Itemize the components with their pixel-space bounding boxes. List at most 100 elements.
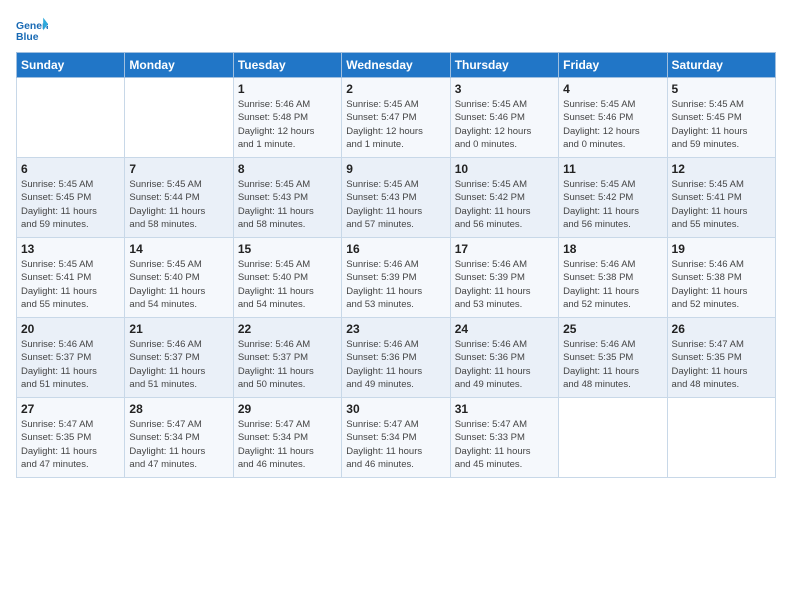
calendar-cell: 31 Sunrise: 5:47 AM Sunset: 5:33 PM Dayli… — [450, 398, 558, 478]
day-number: 5 — [672, 82, 771, 96]
day-number: 28 — [129, 402, 228, 416]
day-number: 20 — [21, 322, 120, 336]
weekday-header-row: SundayMondayTuesdayWednesdayThursdayFrid… — [17, 53, 776, 78]
calendar-cell: 5 Sunrise: 5:45 AM Sunset: 5:45 PM Daylig… — [667, 78, 775, 158]
day-detail: Sunrise: 5:47 AM Sunset: 5:34 PM Dayligh… — [346, 418, 445, 471]
calendar-cell: 28 Sunrise: 5:47 AM Sunset: 5:34 PM Dayli… — [125, 398, 233, 478]
day-detail: Sunrise: 5:47 AM Sunset: 5:35 PM Dayligh… — [672, 338, 771, 391]
svg-text:Blue: Blue — [16, 32, 39, 43]
day-number: 29 — [238, 402, 337, 416]
day-detail: Sunrise: 5:45 AM Sunset: 5:40 PM Dayligh… — [238, 258, 337, 311]
calendar-cell: 29 Sunrise: 5:47 AM Sunset: 5:34 PM Dayli… — [233, 398, 341, 478]
day-number: 13 — [21, 242, 120, 256]
calendar-cell: 18Sunrise: 5:46 AM Sunset: 5:38 PM Dayli… — [559, 238, 667, 318]
calendar-cell — [125, 78, 233, 158]
calendar-cell: 20 Sunrise: 5:46 AM Sunset: 5:37 PM Dayli… — [17, 318, 125, 398]
day-detail: Sunrise: 5:47 AM Sunset: 5:34 PM Dayligh… — [238, 418, 337, 471]
day-detail: Sunrise: 5:46 AM Sunset: 5:37 PM Dayligh… — [21, 338, 120, 391]
calendar-cell: 12 Sunrise: 5:45 AM Sunset: 5:41 PM Dayli… — [667, 158, 775, 238]
day-number: 22 — [238, 322, 337, 336]
calendar-table: SundayMondayTuesdayWednesdayThursdayFrid… — [16, 52, 776, 478]
calendar-cell: 25 Sunrise: 5:46 AM Sunset: 5:35 PM Dayli… — [559, 318, 667, 398]
weekday-header-sunday: Sunday — [17, 53, 125, 78]
calendar-week-3: 13 Sunrise: 5:45 AM Sunset: 5:41 PM Dayli… — [17, 238, 776, 318]
day-detail: Sunrise: 5:45 AM Sunset: 5:43 PM Dayligh… — [346, 178, 445, 231]
calendar-cell: 2Sunrise: 5:45 AM Sunset: 5:47 PM Daylig… — [342, 78, 450, 158]
calendar-cell: 7 Sunrise: 5:45 AM Sunset: 5:44 PM Daylig… — [125, 158, 233, 238]
calendar-cell: 1 Sunrise: 5:46 AM Sunset: 5:48 PM Daylig… — [233, 78, 341, 158]
day-number: 25 — [563, 322, 662, 336]
calendar-cell: 27 Sunrise: 5:47 AM Sunset: 5:35 PM Dayli… — [17, 398, 125, 478]
calendar-cell: 24 Sunrise: 5:46 AM Sunset: 5:36 PM Dayli… — [450, 318, 558, 398]
day-number: 31 — [455, 402, 554, 416]
calendar-week-1: 1 Sunrise: 5:46 AM Sunset: 5:48 PM Daylig… — [17, 78, 776, 158]
day-detail: Sunrise: 5:46 AM Sunset: 5:36 PM Dayligh… — [455, 338, 554, 391]
day-detail: Sunrise: 5:45 AM Sunset: 5:45 PM Dayligh… — [21, 178, 120, 231]
calendar-cell: 23 Sunrise: 5:46 AM Sunset: 5:36 PM Dayli… — [342, 318, 450, 398]
day-number: 30 — [346, 402, 445, 416]
day-number: 16 — [346, 242, 445, 256]
day-number: 15 — [238, 242, 337, 256]
calendar-week-5: 27 Sunrise: 5:47 AM Sunset: 5:35 PM Dayli… — [17, 398, 776, 478]
calendar-cell: 11 Sunrise: 5:45 AM Sunset: 5:42 PM Dayli… — [559, 158, 667, 238]
day-detail: Sunrise: 5:45 AM Sunset: 5:45 PM Dayligh… — [672, 98, 771, 151]
day-detail: Sunrise: 5:46 AM Sunset: 5:36 PM Dayligh… — [346, 338, 445, 391]
day-detail: Sunrise: 5:45 AM Sunset: 5:42 PM Dayligh… — [563, 178, 662, 231]
day-detail: Sunrise: 5:45 AM Sunset: 5:40 PM Dayligh… — [129, 258, 228, 311]
calendar-cell: 9Sunrise: 5:45 AM Sunset: 5:43 PM Daylig… — [342, 158, 450, 238]
calendar-cell: 16 Sunrise: 5:46 AM Sunset: 5:39 PM Dayli… — [342, 238, 450, 318]
calendar-cell: 15 Sunrise: 5:45 AM Sunset: 5:40 PM Dayli… — [233, 238, 341, 318]
day-detail: Sunrise: 5:46 AM Sunset: 5:37 PM Dayligh… — [238, 338, 337, 391]
calendar-cell — [17, 78, 125, 158]
weekday-header-monday: Monday — [125, 53, 233, 78]
calendar-cell: 19 Sunrise: 5:46 AM Sunset: 5:38 PM Dayli… — [667, 238, 775, 318]
calendar-week-2: 6Sunrise: 5:45 AM Sunset: 5:45 PM Daylig… — [17, 158, 776, 238]
day-number: 23 — [346, 322, 445, 336]
weekday-header-tuesday: Tuesday — [233, 53, 341, 78]
day-number: 14 — [129, 242, 228, 256]
calendar-cell: 13 Sunrise: 5:45 AM Sunset: 5:41 PM Dayli… — [17, 238, 125, 318]
day-number: 1 — [238, 82, 337, 96]
day-number: 17 — [455, 242, 554, 256]
day-detail: Sunrise: 5:46 AM Sunset: 5:39 PM Dayligh… — [346, 258, 445, 311]
day-detail: Sunrise: 5:45 AM Sunset: 5:41 PM Dayligh… — [672, 178, 771, 231]
calendar-cell: 17 Sunrise: 5:46 AM Sunset: 5:39 PM Dayli… — [450, 238, 558, 318]
day-number: 7 — [129, 162, 228, 176]
calendar-cell — [667, 398, 775, 478]
day-detail: Sunrise: 5:45 AM Sunset: 5:46 PM Dayligh… — [563, 98, 662, 151]
day-detail: Sunrise: 5:47 AM Sunset: 5:33 PM Dayligh… — [455, 418, 554, 471]
day-detail: Sunrise: 5:46 AM Sunset: 5:39 PM Dayligh… — [455, 258, 554, 311]
day-detail: Sunrise: 5:46 AM Sunset: 5:35 PM Dayligh… — [563, 338, 662, 391]
day-number: 19 — [672, 242, 771, 256]
day-number: 3 — [455, 82, 554, 96]
day-detail: Sunrise: 5:47 AM Sunset: 5:35 PM Dayligh… — [21, 418, 120, 471]
day-number: 11 — [563, 162, 662, 176]
calendar-cell: 26 Sunrise: 5:47 AM Sunset: 5:35 PM Dayli… — [667, 318, 775, 398]
day-detail: Sunrise: 5:46 AM Sunset: 5:48 PM Dayligh… — [238, 98, 337, 151]
day-detail: Sunrise: 5:45 AM Sunset: 5:47 PM Dayligh… — [346, 98, 445, 151]
day-detail: Sunrise: 5:46 AM Sunset: 5:38 PM Dayligh… — [672, 258, 771, 311]
day-number: 4 — [563, 82, 662, 96]
day-number: 12 — [672, 162, 771, 176]
day-number: 27 — [21, 402, 120, 416]
weekday-header-wednesday: Wednesday — [342, 53, 450, 78]
day-detail: Sunrise: 5:46 AM Sunset: 5:38 PM Dayligh… — [563, 258, 662, 311]
logo: General Blue — [16, 16, 48, 44]
day-detail: Sunrise: 5:45 AM Sunset: 5:41 PM Dayligh… — [21, 258, 120, 311]
weekday-header-thursday: Thursday — [450, 53, 558, 78]
calendar-cell: 4 Sunrise: 5:45 AM Sunset: 5:46 PM Daylig… — [559, 78, 667, 158]
day-detail: Sunrise: 5:47 AM Sunset: 5:34 PM Dayligh… — [129, 418, 228, 471]
day-number: 21 — [129, 322, 228, 336]
day-detail: Sunrise: 5:45 AM Sunset: 5:43 PM Dayligh… — [238, 178, 337, 231]
day-detail: Sunrise: 5:45 AM Sunset: 5:42 PM Dayligh… — [455, 178, 554, 231]
day-detail: Sunrise: 5:45 AM Sunset: 5:44 PM Dayligh… — [129, 178, 228, 231]
weekday-header-friday: Friday — [559, 53, 667, 78]
calendar-cell: 3 Sunrise: 5:45 AM Sunset: 5:46 PM Daylig… — [450, 78, 558, 158]
day-detail: Sunrise: 5:45 AM Sunset: 5:46 PM Dayligh… — [455, 98, 554, 151]
day-number: 24 — [455, 322, 554, 336]
day-number: 26 — [672, 322, 771, 336]
calendar-cell: 10 Sunrise: 5:45 AM Sunset: 5:42 PM Dayli… — [450, 158, 558, 238]
day-number: 10 — [455, 162, 554, 176]
calendar-cell: 21Sunrise: 5:46 AM Sunset: 5:37 PM Dayli… — [125, 318, 233, 398]
day-number: 8 — [238, 162, 337, 176]
